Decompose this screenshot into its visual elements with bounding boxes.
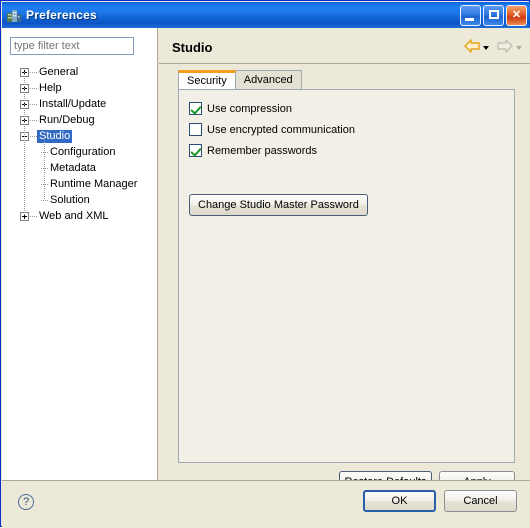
tree-item-run-debug[interactable]: Run/Debug — [2, 112, 158, 128]
checkbox-row-use-compression[interactable]: Use compression — [189, 102, 292, 115]
tree-connector-icon — [30, 135, 37, 137]
minimize-button[interactable] — [460, 4, 481, 26]
tree-vertical-line — [24, 72, 25, 216]
tree-item-web-and-xml[interactable]: Web and XML — [2, 208, 158, 224]
forward-dropdown-icon — [516, 45, 522, 50]
tree-connector-icon — [30, 215, 37, 217]
building-icon — [6, 7, 22, 23]
maximize-icon — [489, 9, 499, 19]
settings-pane: Studio Security Advanced Use compression… — [159, 28, 530, 493]
tree-item-studio[interactable]: Studio — [2, 128, 158, 144]
tree-item-label: Web and XML — [39, 209, 109, 222]
settings-tabs: Security Advanced — [178, 70, 302, 89]
back-dropdown-icon[interactable] — [483, 45, 489, 50]
title-bar: Preferences ✕ — [2, 2, 530, 28]
navigation-arrows — [464, 39, 522, 56]
tree-item-general[interactable]: General — [2, 64, 158, 80]
tab-advanced[interactable]: Advanced — [234, 70, 302, 89]
tab-label: Security — [187, 75, 227, 87]
tree-item-label: General — [39, 65, 79, 78]
preferences-tree-pane: General Help Install/Update Run/Debug Studio… — [2, 28, 158, 480]
filter-input[interactable] — [10, 37, 134, 55]
tree-item-install-update[interactable]: Install/Update — [2, 96, 158, 112]
checkbox-use-encrypted-communication[interactable] — [189, 123, 202, 136]
security-tab-panel: Use compression Use encrypted communicat… — [178, 89, 515, 463]
close-icon: ✕ — [511, 8, 522, 21]
change-studio-master-password-button[interactable]: Change Studio Master Password — [189, 194, 368, 216]
tree-item-metadata[interactable]: Metadata — [2, 160, 158, 176]
back-arrow-icon[interactable] — [464, 39, 480, 56]
header-divider — [159, 63, 530, 64]
tree-item-configuration[interactable]: Configuration — [2, 144, 158, 160]
page-title: Studio — [172, 40, 213, 55]
tree-item-label: Runtime Manager — [50, 177, 138, 190]
dialog-body: General Help Install/Update Run/Debug Studio… — [2, 28, 530, 493]
preferences-tree: General Help Install/Update Run/Debug Studio… — [2, 64, 158, 224]
checkbox-label-remember-passwords: Remember passwords — [207, 144, 318, 157]
cancel-button[interactable]: Cancel — [444, 490, 517, 512]
checkbox-use-compression[interactable] — [189, 102, 202, 115]
tree-connector-icon — [30, 71, 37, 73]
checkbox-remember-passwords[interactable] — [189, 144, 202, 157]
tree-item-label: Metadata — [50, 161, 96, 174]
tree-item-runtime-manager[interactable]: Runtime Manager — [2, 176, 158, 192]
checkbox-label-use-encrypted-communication: Use encrypted communication — [207, 123, 355, 136]
help-icon[interactable]: ? — [18, 494, 34, 510]
tab-label: Advanced — [243, 74, 293, 86]
window-controls: ✕ — [460, 4, 527, 26]
ok-button[interactable]: OK — [363, 490, 436, 512]
tree-item-label: Studio — [37, 129, 73, 143]
minimize-icon — [465, 17, 474, 21]
tree-item-solution[interactable]: Solution — [2, 192, 158, 208]
tree-item-label: Configuration — [50, 145, 116, 158]
tree-item-label: Install/Update — [39, 97, 107, 110]
maximize-button[interactable] — [483, 4, 504, 26]
checkbox-row-remember-passwords[interactable]: Remember passwords — [189, 144, 317, 157]
close-button[interactable]: ✕ — [506, 4, 527, 26]
forward-arrow-icon — [497, 39, 513, 56]
tree-connector-icon — [30, 119, 37, 121]
tree-item-label: Solution — [50, 193, 90, 206]
tab-security[interactable]: Security — [178, 70, 236, 89]
tree-item-help[interactable]: Help — [2, 80, 158, 96]
tree-vertical-line — [44, 136, 45, 200]
checkbox-row-use-encrypted-communication[interactable]: Use encrypted communication — [189, 123, 355, 136]
tree-connector-icon — [30, 87, 37, 89]
window-title: Preferences — [26, 8, 97, 22]
tree-item-label: Run/Debug — [39, 113, 95, 126]
preferences-window: Preferences ✕ General Help Install/Update R… — [0, 0, 530, 528]
tree-connector-icon — [30, 103, 37, 105]
checkbox-label-use-compression: Use compression — [207, 102, 292, 115]
tree-item-label: Help — [39, 81, 62, 94]
